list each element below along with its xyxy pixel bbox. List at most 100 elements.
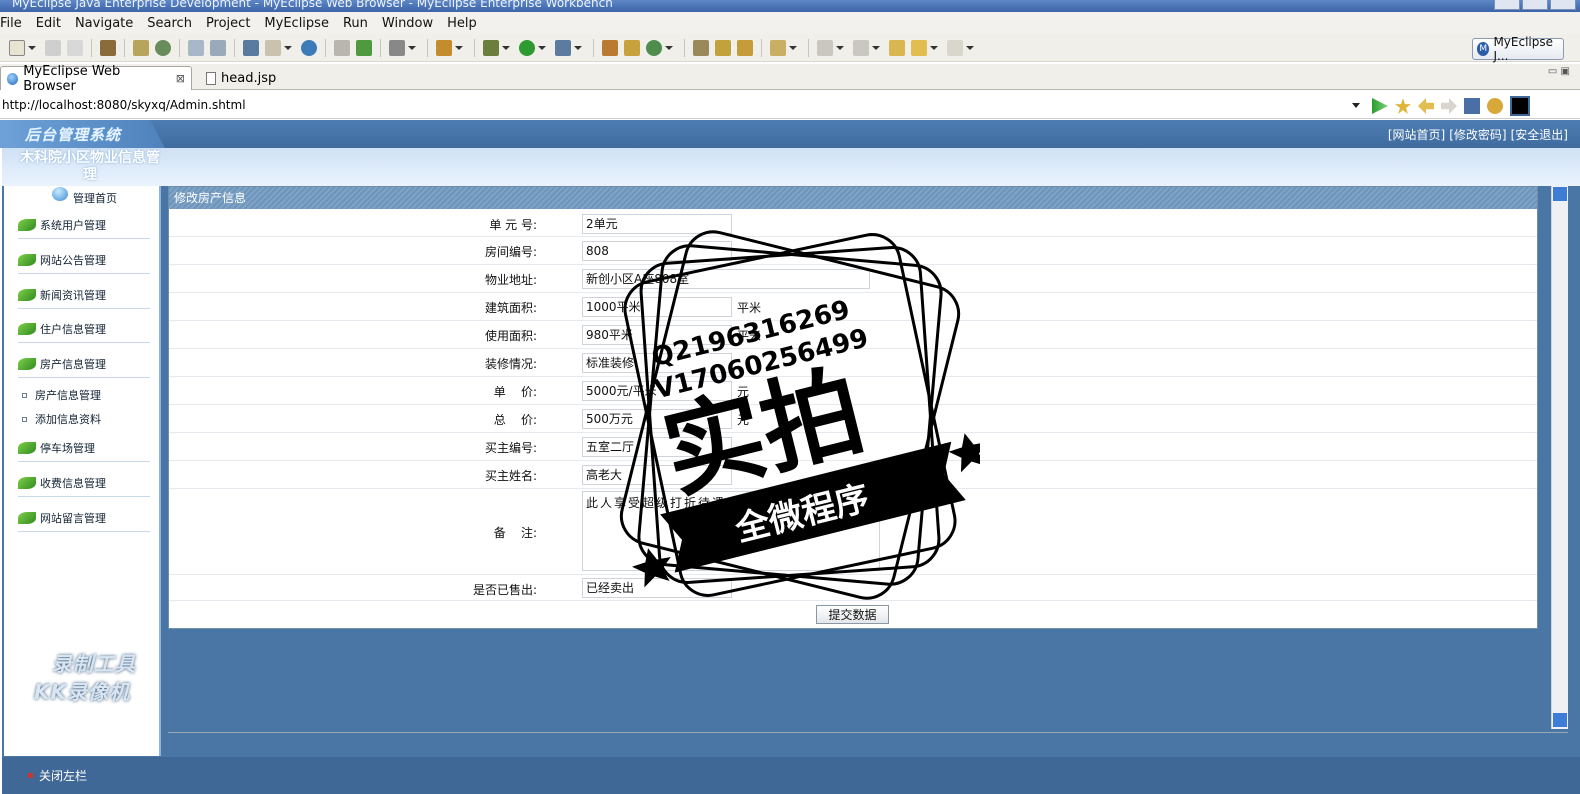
menu-myeclipse[interactable]: MyEclipse xyxy=(257,16,336,31)
open-perspective-icon[interactable] xyxy=(693,39,709,56)
sidebar-home-label: 管理首页 xyxy=(73,192,117,205)
debug-icon[interactable] xyxy=(483,39,499,56)
prev-dropdown-icon[interactable] xyxy=(872,45,880,50)
wizard-dropdown-icon[interactable] xyxy=(455,45,463,50)
view-controls[interactable]: ▭ ▣ xyxy=(1548,66,1570,77)
link-logout[interactable]: [安全退出] xyxy=(1511,126,1568,143)
window-titlebar: MyEclipse Java Enterprise Development - … xyxy=(0,0,1580,12)
new-class-icon[interactable] xyxy=(646,39,662,56)
sidebar-item-messages[interactable]: 网站留言管理 xyxy=(18,504,150,532)
close-tab-icon[interactable]: ⊠ xyxy=(176,72,185,85)
pin-icon[interactable] xyxy=(715,39,731,56)
sidebar-item-fees[interactable]: 收费信息管理 xyxy=(18,469,150,497)
close-left-panel-link[interactable]: 关闭左栏 xyxy=(28,767,87,784)
browse-icon[interactable] xyxy=(188,39,204,56)
menu-help[interactable]: Help xyxy=(440,16,484,31)
back-icon[interactable] xyxy=(1418,98,1434,114)
jsp-file-icon xyxy=(206,71,216,85)
field-label: 是否已售出: xyxy=(472,583,537,597)
run-dropdown-icon[interactable] xyxy=(538,45,546,50)
sidebar-subitem-property-manage[interactable]: 房产信息管理 xyxy=(22,387,101,403)
go-icon[interactable] xyxy=(1372,98,1388,114)
class-dropdown-icon[interactable] xyxy=(665,45,673,50)
tab-label: head.jsp xyxy=(221,70,277,86)
leaf-icon xyxy=(18,511,36,524)
tab-myeclipse-web-browser[interactable]: MyEclipse Web Browser ⊠ xyxy=(0,64,192,94)
sidebar-item-news[interactable]: 新闻资讯管理 xyxy=(18,281,150,309)
minimize-button[interactable] xyxy=(1494,0,1520,10)
menu-file[interactable]: File xyxy=(0,16,29,31)
prev-annotation-icon[interactable] xyxy=(853,39,869,56)
admin-logo: 后台管理系统 xyxy=(25,126,122,144)
sidebar-item-system-users[interactable]: 系统用户管理 xyxy=(18,211,150,239)
sidebar-item-residents[interactable]: 住户信息管理 xyxy=(18,315,150,343)
sidebar-subitem-add-info[interactable]: 添加信息资料 xyxy=(22,411,101,427)
link-site-home[interactable]: [网站首页] xyxy=(1388,126,1445,143)
new-project-icon[interactable] xyxy=(602,39,618,56)
new-wizard-icon[interactable] xyxy=(436,39,452,56)
menu-window[interactable]: Window xyxy=(375,16,440,31)
favorites-icon[interactable] xyxy=(1395,98,1411,114)
run-icon[interactable] xyxy=(519,39,535,56)
vertical-scrollbar[interactable] xyxy=(1551,186,1568,729)
perspective-label: MyEclipse J... xyxy=(1493,35,1553,63)
refresh-icon[interactable] xyxy=(1487,98,1503,114)
back-dropdown-icon[interactable] xyxy=(930,45,938,50)
console-icon[interactable] xyxy=(1510,96,1530,116)
next-annotation-icon[interactable] xyxy=(817,39,833,56)
menu-project[interactable]: Project xyxy=(199,16,257,31)
maximize-button[interactable] xyxy=(1522,0,1548,10)
camera-dropdown-icon[interactable] xyxy=(408,45,416,50)
menu-search[interactable]: Search xyxy=(140,16,199,31)
bullet-icon xyxy=(22,416,27,422)
menu-navigate[interactable]: Navigate xyxy=(68,16,140,31)
server-icon[interactable] xyxy=(133,39,149,56)
debug-dropdown-icon[interactable] xyxy=(502,45,510,50)
new-package-icon[interactable] xyxy=(624,39,640,56)
task-dropdown-icon[interactable] xyxy=(789,45,797,50)
folder-icon[interactable] xyxy=(334,39,350,56)
back-icon[interactable] xyxy=(911,39,927,56)
forward-icon[interactable] xyxy=(947,39,963,56)
scroll-up-icon[interactable] xyxy=(1553,187,1567,201)
stop-icon[interactable] xyxy=(1464,98,1480,114)
next-dropdown-icon[interactable] xyxy=(836,45,844,50)
last-edit-icon[interactable] xyxy=(889,39,905,56)
url-input[interactable] xyxy=(2,95,1364,115)
refresh-icon[interactable] xyxy=(356,39,372,56)
sidebar-item-parking[interactable]: 停车场管理 xyxy=(18,434,150,462)
home-globe-icon xyxy=(52,187,68,201)
print-icon[interactable] xyxy=(67,39,83,56)
external-tools-icon[interactable] xyxy=(555,39,571,56)
open-type-icon[interactable] xyxy=(243,39,259,56)
run-server-icon[interactable] xyxy=(155,39,171,56)
new-icon[interactable] xyxy=(9,39,25,56)
globe-icon[interactable] xyxy=(301,39,317,56)
sidebar-item-property[interactable]: 房产信息管理 xyxy=(18,350,150,378)
search-icon[interactable] xyxy=(210,39,226,56)
camera-icon[interactable] xyxy=(389,39,405,56)
close-window-button[interactable] xyxy=(1550,0,1576,10)
open-resource-icon[interactable] xyxy=(265,39,281,56)
resource-dropdown-icon[interactable] xyxy=(284,45,292,50)
perspective-switcher[interactable]: M MyEclipse J... xyxy=(1472,35,1564,63)
annotation-icon[interactable] xyxy=(737,39,753,56)
leaf-icon xyxy=(18,322,36,335)
watermark-line1: 录制工具 xyxy=(52,652,136,676)
save-icon[interactable] xyxy=(45,39,61,56)
sidebar-home[interactable]: 管理首页 xyxy=(52,186,117,205)
menu-run[interactable]: Run xyxy=(336,16,375,31)
tools-dropdown-icon[interactable] xyxy=(574,45,582,50)
scroll-down-icon[interactable] xyxy=(1553,713,1567,727)
myeclipse-icon: M xyxy=(1477,42,1490,56)
new-dropdown-icon[interactable] xyxy=(28,45,36,50)
sidebar-item-announcements[interactable]: 网站公告管理 xyxy=(18,246,150,274)
deploy-icon[interactable] xyxy=(100,39,116,56)
link-change-password[interactable]: [修改密码] xyxy=(1449,126,1506,143)
url-history-dropdown-icon[interactable] xyxy=(1352,103,1360,108)
forward-dropdown-icon[interactable] xyxy=(966,45,974,50)
tab-head-jsp[interactable]: head.jsp xyxy=(200,66,298,90)
task-icon[interactable] xyxy=(770,39,786,56)
forward-icon[interactable] xyxy=(1441,98,1457,114)
menu-edit[interactable]: Edit xyxy=(29,16,68,31)
